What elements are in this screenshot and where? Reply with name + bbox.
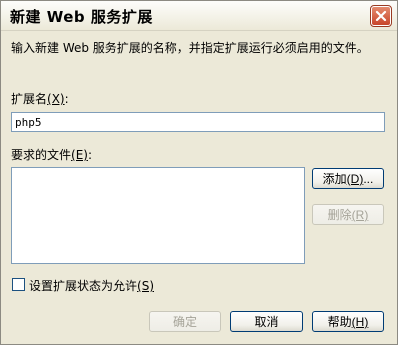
required-files-label: 要求的文件(E): bbox=[11, 148, 93, 162]
add-button[interactable]: 添加(D)... bbox=[312, 168, 384, 189]
close-icon bbox=[375, 10, 387, 22]
cancel-button[interactable]: 取消 bbox=[230, 311, 303, 332]
allow-status-checkbox[interactable] bbox=[12, 278, 25, 291]
extension-name-input[interactable]: php5 bbox=[11, 112, 385, 132]
extension-name-label: 扩展名(X): bbox=[11, 92, 69, 106]
new-web-service-extension-dialog: 新建 Web 服务扩展 输入新建 Web 服务扩展的名称，并指定扩展运行必须启用… bbox=[0, 0, 398, 345]
close-button[interactable] bbox=[370, 5, 392, 27]
allow-status-label[interactable]: 设置扩展状态为允许(S) bbox=[29, 277, 154, 294]
dialog-description: 输入新建 Web 服务扩展的名称，并指定扩展运行必须启用的文件。 bbox=[11, 41, 369, 55]
remove-button[interactable]: 删除(R) bbox=[312, 204, 384, 225]
required-files-list[interactable] bbox=[11, 167, 305, 264]
title-bar[interactable]: 新建 Web 服务扩展 bbox=[1, 1, 397, 31]
help-button[interactable]: 帮助(H) bbox=[312, 311, 384, 332]
ok-button[interactable]: 确定 bbox=[149, 311, 221, 332]
dialog-title: 新建 Web 服务扩展 bbox=[10, 8, 153, 26]
